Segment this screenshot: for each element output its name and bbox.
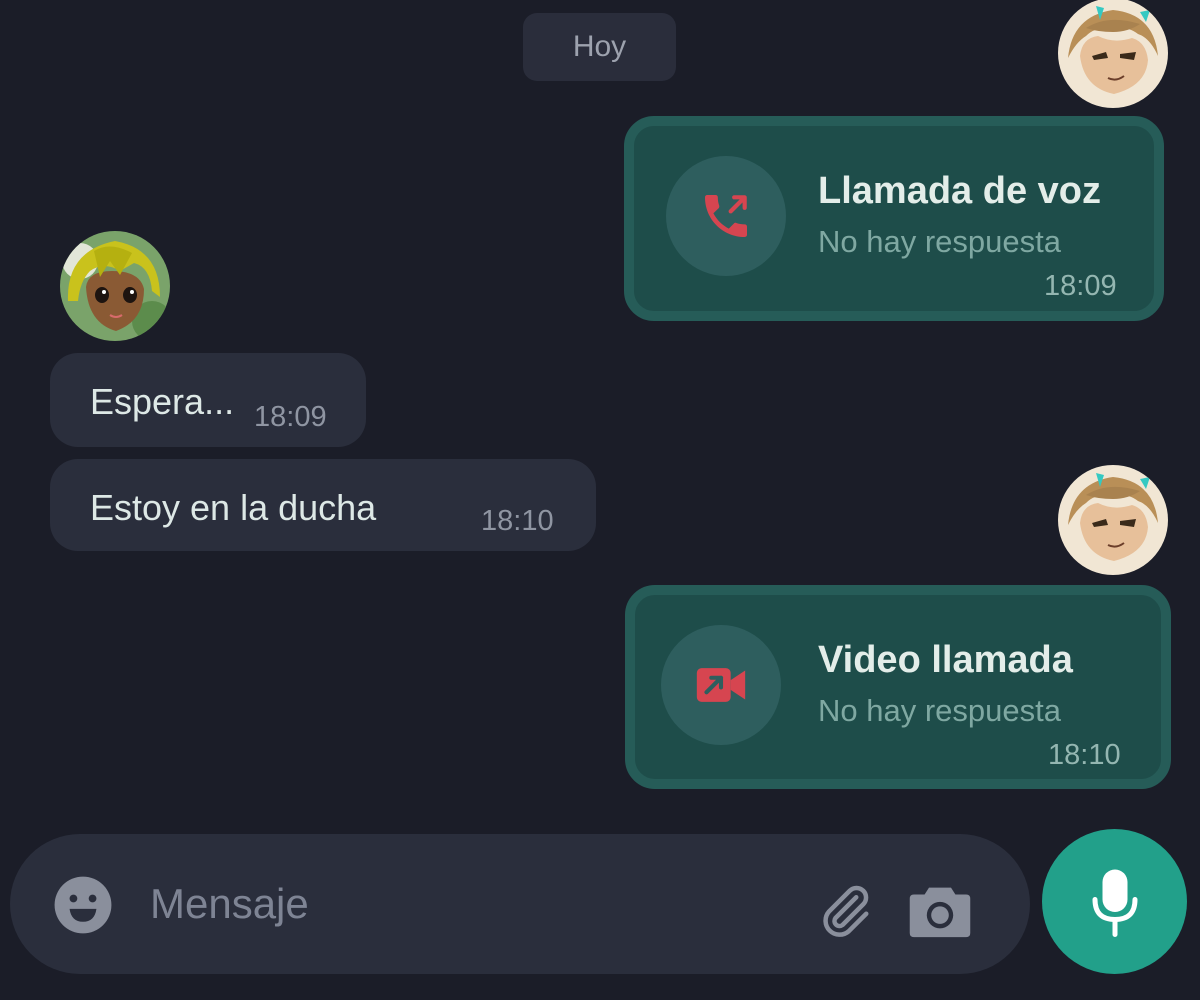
emoji-icon (54, 876, 112, 934)
contact-avatar-image (60, 231, 170, 341)
camera-icon (909, 887, 971, 938)
video-call-icon-circle (661, 625, 781, 745)
message-time: 18:10 (1048, 739, 1121, 771)
outgoing-video-call-icon (696, 668, 746, 702)
own-avatar-image (1058, 0, 1168, 108)
call-title: Video llamada (818, 639, 1073, 681)
own-avatar[interactable] (1058, 0, 1168, 108)
date-separator: Hoy (523, 13, 676, 81)
voice-call-icon-circle (666, 156, 786, 276)
emoji-button[interactable] (50, 872, 116, 938)
video-call-message[interactable]: Video llamada No hay respuesta 18:10 (625, 585, 1171, 789)
voice-call-message[interactable]: Llamada de voz No hay respuesta 18:09 (624, 116, 1164, 321)
own-avatar[interactable] (1058, 465, 1168, 575)
attach-button[interactable] (812, 878, 878, 944)
call-status: No hay respuesta (818, 224, 1061, 259)
microphone-icon (1092, 869, 1137, 937)
message-time: 18:09 (1044, 270, 1117, 302)
voice-record-button[interactable] (1042, 829, 1187, 974)
message-input[interactable] (150, 874, 790, 934)
contact-avatar[interactable] (60, 231, 170, 341)
call-title: Llamada de voz (818, 170, 1101, 212)
own-avatar-image (1058, 465, 1168, 575)
incoming-message[interactable]: Estoy en la ducha 18:10 (50, 459, 596, 551)
paperclip-icon (823, 885, 869, 937)
outgoing-call-icon (705, 195, 747, 237)
call-status: No hay respuesta (818, 693, 1061, 728)
message-text: Estoy en la ducha (90, 487, 377, 528)
incoming-message[interactable]: Espera... 18:09 (50, 353, 366, 447)
message-time: 18:10 (481, 505, 554, 537)
message-text: Espera... (90, 381, 235, 422)
chat-screen: Hoy Llamada de voz No hay respuesta 18:0… (0, 0, 1200, 1000)
message-time: 18:09 (254, 401, 327, 433)
camera-button[interactable] (905, 878, 975, 944)
message-composer (10, 834, 1030, 974)
